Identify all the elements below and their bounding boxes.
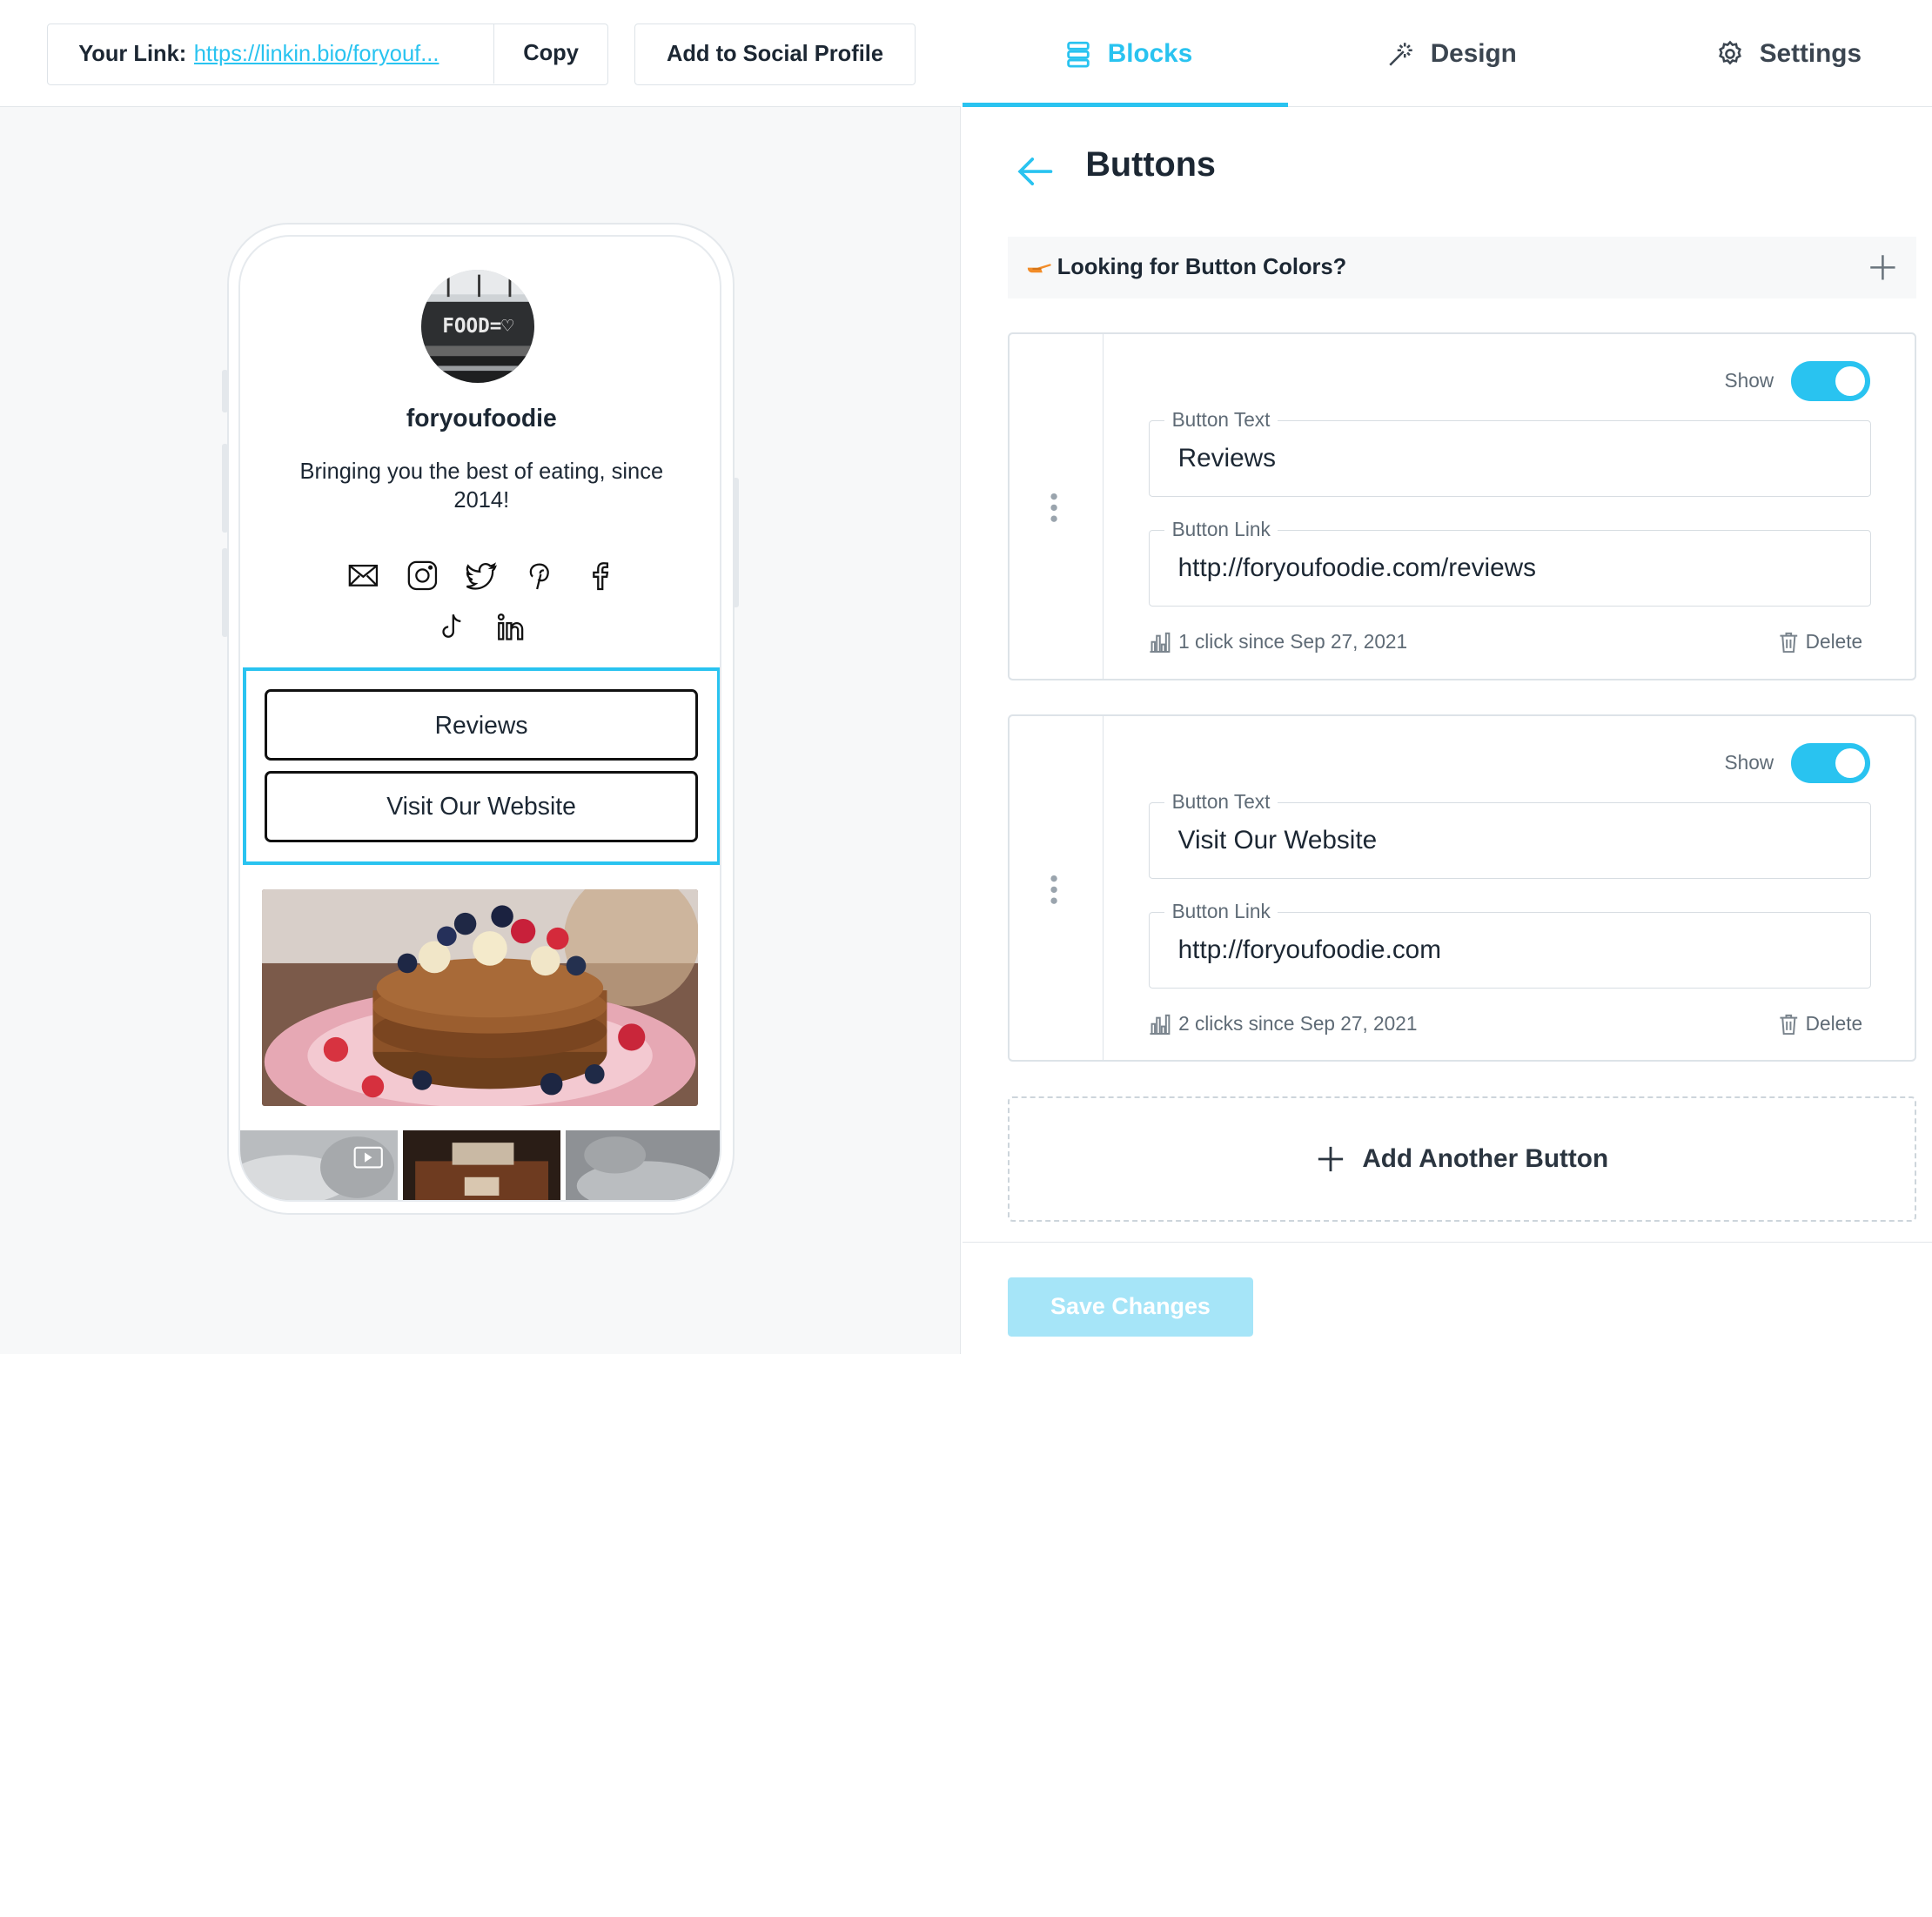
editor-footer: Save Changes — [962, 1242, 1932, 1354]
show-toggle[interactable] — [1790, 361, 1870, 401]
show-toggle[interactable] — [1790, 743, 1870, 783]
preview-button[interactable]: Reviews — [264, 689, 699, 761]
button-text-field: Button Text — [1149, 789, 1871, 880]
delete-label: Delete — [1805, 630, 1863, 654]
social-icons — [240, 560, 720, 643]
button-text-field: Button Text — [1149, 407, 1871, 498]
drag-dots-icon — [1048, 492, 1060, 524]
avatar: FOOD=♡ — [420, 269, 535, 384]
button-link-field: Button Link — [1149, 899, 1871, 989]
show-label: Show — [1724, 368, 1774, 392]
photo-thumbnail[interactable] — [402, 1130, 560, 1200]
tab-blocks-label: Blocks — [1107, 38, 1193, 68]
bar-chart-icon — [1149, 1013, 1171, 1035]
link-box: Your Link: https://linkin.bio/foryouf...… — [46, 23, 609, 85]
blocks-icon — [1063, 39, 1093, 69]
editor-tabs: Blocks Design Settings — [962, 0, 1932, 108]
phone-screen: FOOD=♡ foryoufoodie Bringing you the bes… — [238, 234, 721, 1202]
magic-wand-icon — [1386, 39, 1416, 69]
link-label: Your Link: — [78, 41, 187, 66]
save-changes-button[interactable]: Save Changes — [1008, 1277, 1253, 1337]
click-stats-text: 2 clicks since Sep 27, 2021 — [1178, 1012, 1418, 1036]
button-card: Show Button Text Button Link 1 click sin… — [1008, 332, 1916, 680]
pointing-hand-icon — [1025, 254, 1052, 281]
buttons-block-selected[interactable]: Reviews Visit Our Website — [242, 667, 720, 865]
click-stats: 1 click since Sep 27, 2021 — [1149, 630, 1407, 654]
media-thumbnails — [239, 1130, 720, 1200]
trash-icon — [1779, 1013, 1799, 1035]
button-colors-hint[interactable]: Looking for Button Colors? — [1008, 236, 1916, 298]
tab-design-label: Design — [1430, 38, 1517, 68]
show-label: Show — [1724, 750, 1774, 774]
add-button-label: Add Another Button — [1362, 1144, 1609, 1174]
preview-pane: Your Link: https://linkin.bio/foryouf...… — [0, 0, 962, 1354]
page-title: Buttons — [1085, 145, 1216, 184]
button-text-input[interactable] — [1150, 803, 1870, 879]
preview-button[interactable]: Visit Our Website — [264, 770, 699, 842]
mail-icon[interactable] — [347, 560, 379, 592]
button-link-input[interactable] — [1150, 531, 1870, 607]
delete-label: Delete — [1805, 1012, 1863, 1036]
tab-settings-label: Settings — [1759, 38, 1862, 68]
svg-text:FOOD=♡: FOOD=♡ — [442, 315, 513, 338]
trash-icon — [1779, 631, 1799, 654]
expand-plus-icon[interactable] — [1867, 251, 1899, 284]
photo-thumbnail[interactable] — [565, 1130, 720, 1200]
gear-icon — [1715, 39, 1745, 69]
click-stats: 2 clicks since Sep 27, 2021 — [1149, 1012, 1417, 1036]
add-to-social-profile-button[interactable]: Add to Social Profile — [634, 23, 916, 85]
hint-text: Looking for Button Colors? — [1057, 254, 1347, 279]
delete-button[interactable]: Delete — [1779, 630, 1863, 654]
instagram-icon[interactable] — [406, 560, 439, 592]
button-link-input[interactable] — [1150, 913, 1870, 989]
linkedin-icon[interactable] — [495, 611, 527, 643]
pancake-image — [262, 888, 699, 1107]
click-stats-text: 1 click since Sep 27, 2021 — [1178, 630, 1408, 654]
active-tab-indicator — [962, 102, 1288, 108]
add-another-button[interactable]: Add Another Button — [1008, 1096, 1916, 1223]
profile-link[interactable]: https://linkin.bio/foryouf... — [194, 42, 463, 67]
profile-name: foryoufoodie — [406, 404, 557, 432]
link-toolbar: Your Link: https://linkin.bio/foryouf...… — [0, 0, 962, 108]
drag-dots-icon — [1048, 874, 1060, 906]
copy-button[interactable]: Copy — [493, 23, 608, 84]
tiktok-icon[interactable] — [436, 611, 468, 643]
twitter-icon[interactable] — [466, 560, 498, 592]
drag-handle[interactable] — [1010, 716, 1104, 1061]
button-link-field: Button Link — [1149, 517, 1871, 607]
phone-frame: FOOD=♡ foryoufoodie Bringing you the bes… — [226, 223, 735, 1215]
button-text-input[interactable] — [1150, 421, 1870, 497]
tab-design[interactable]: Design — [1386, 0, 1517, 107]
drag-handle[interactable] — [1010, 334, 1104, 679]
back-arrow-icon[interactable] — [1014, 151, 1056, 192]
profile-bio: Bringing you the best of eating, since 2… — [299, 459, 664, 513]
facebook-icon[interactable] — [584, 560, 616, 592]
tab-settings[interactable]: Settings — [1715, 0, 1862, 107]
delete-button[interactable]: Delete — [1779, 1012, 1863, 1036]
button-card: Show Button Text Button Link 2 clicks si… — [1008, 714, 1916, 1062]
app-root: Your Link: https://linkin.bio/foryouf...… — [0, 0, 1932, 1354]
pinterest-icon[interactable] — [525, 560, 557, 592]
editor-pane: Blocks Design Settings Buttons Looking f… — [962, 0, 1932, 1354]
video-thumbnail[interactable] — [239, 1130, 399, 1200]
bar-chart-icon — [1149, 631, 1171, 654]
plus-icon — [1316, 1144, 1345, 1174]
tab-blocks[interactable]: Blocks — [1063, 0, 1192, 107]
